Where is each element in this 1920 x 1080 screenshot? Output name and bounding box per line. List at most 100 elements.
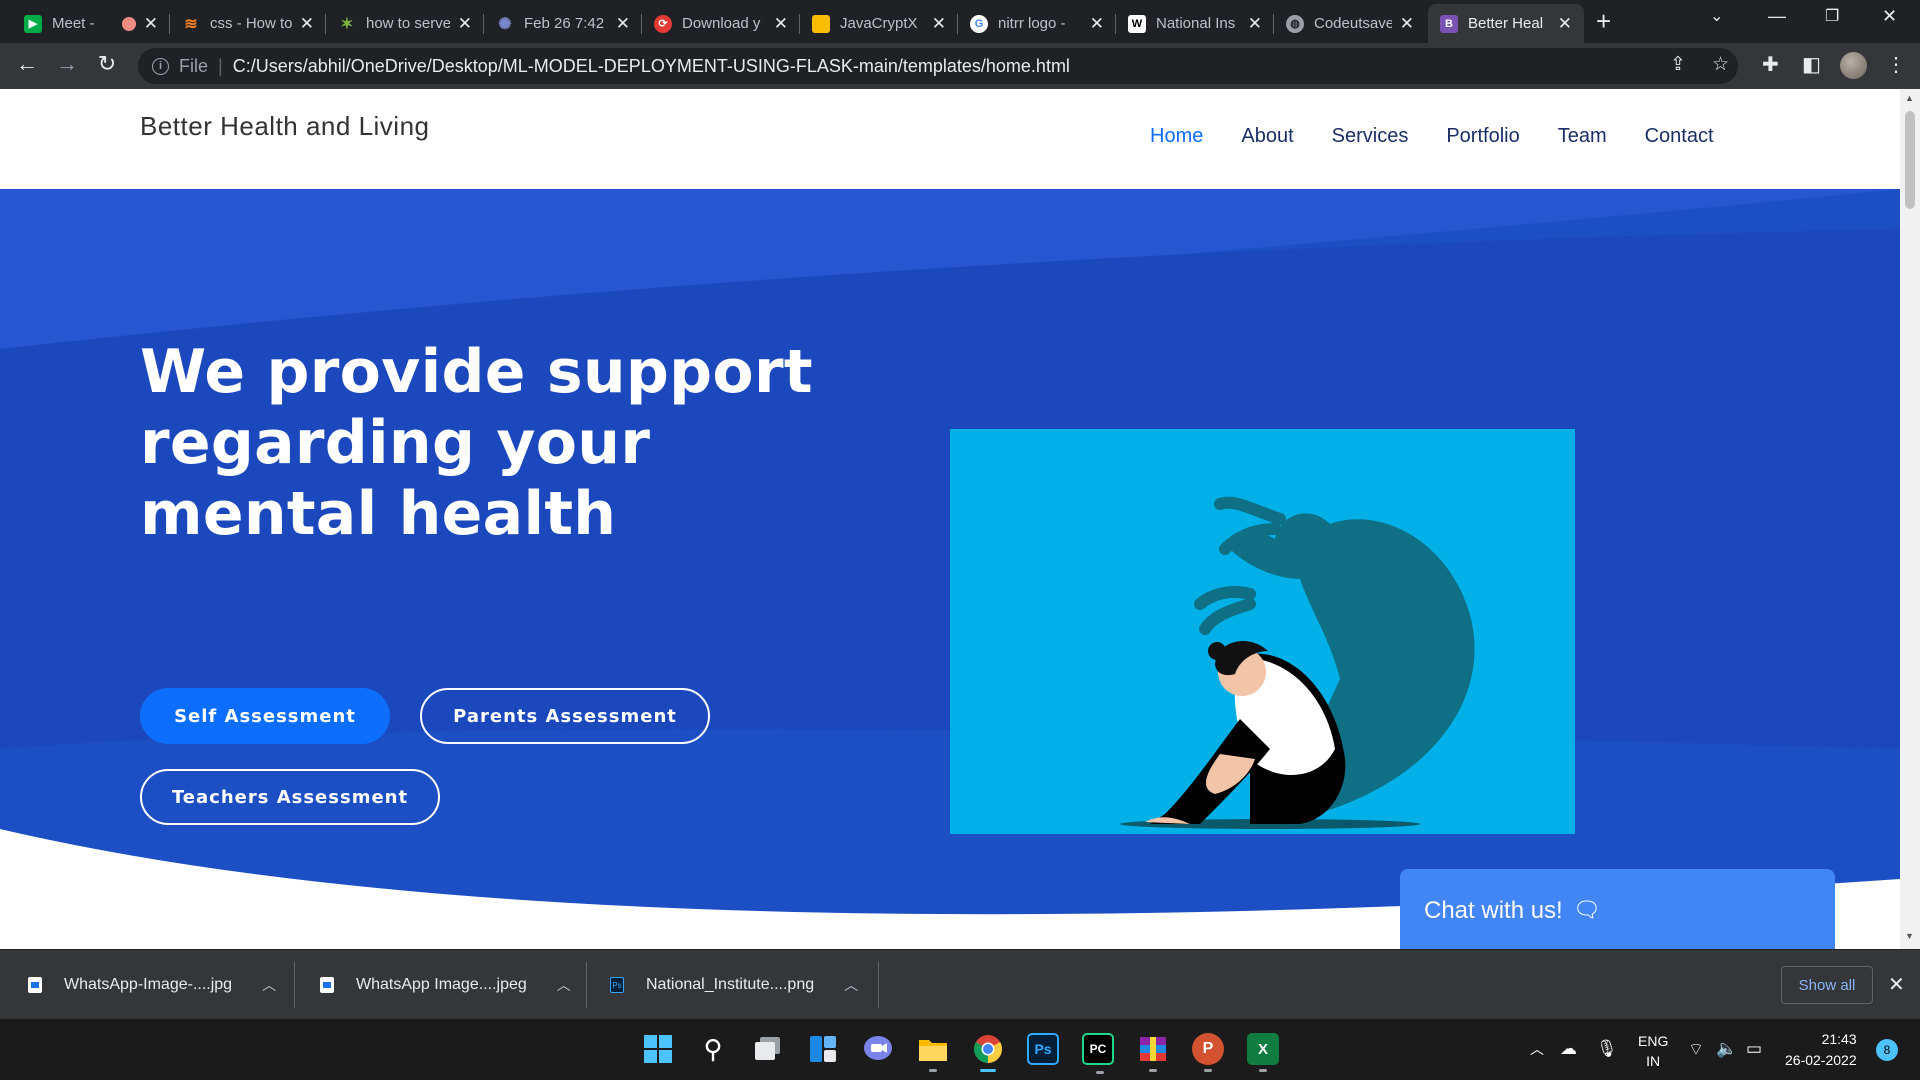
weather-cloud-icon[interactable]: ☁ bbox=[1560, 1039, 1577, 1059]
parents-assessment-button[interactable]: Parents Assessment bbox=[420, 688, 710, 744]
clock-date: 26-02-2022 bbox=[1785, 1052, 1857, 1068]
back-icon[interactable]: ← bbox=[12, 51, 42, 77]
widgets-icon[interactable] bbox=[807, 1033, 839, 1065]
close-tab-icon[interactable]: ✕ bbox=[774, 14, 788, 34]
tab-stackoverflow[interactable]: ≋ css - How to ✕ bbox=[170, 4, 326, 43]
close-tab-icon[interactable]: ✕ bbox=[300, 14, 314, 34]
pycharm-icon[interactable]: PC bbox=[1082, 1033, 1114, 1074]
system-clock[interactable]: 21:43 26-02-2022 bbox=[1785, 1029, 1857, 1071]
close-shelf-icon[interactable]: ✕ bbox=[1888, 972, 1905, 997]
notification-count-badge[interactable]: 8 bbox=[1876, 1039, 1898, 1061]
task-view-icon[interactable] bbox=[752, 1033, 784, 1065]
winrar-icon[interactable] bbox=[1137, 1033, 1169, 1072]
download-shelf: WhatsApp-Image-....jpg ︿ WhatsApp Image.… bbox=[0, 949, 1920, 1019]
profile-avatar[interactable] bbox=[1840, 52, 1867, 79]
scroll-down-icon[interactable]: ▼ bbox=[1905, 931, 1914, 941]
tab-better-health[interactable]: B Better Heal ✕ bbox=[1428, 4, 1584, 43]
tab-how-to-serve[interactable]: ✶ how to serve ✕ bbox=[326, 4, 484, 43]
scroll-up-icon[interactable]: ▲ bbox=[1905, 93, 1914, 103]
nav-home[interactable]: Home bbox=[1150, 125, 1203, 148]
nav-about[interactable]: About bbox=[1241, 125, 1293, 148]
bootstrap-icon: B bbox=[1440, 14, 1458, 33]
show-hidden-icons-icon[interactable]: ︿ bbox=[1530, 1039, 1544, 1059]
tab-meet[interactable]: ▶ Meet - ✕ bbox=[12, 4, 170, 43]
wifi-icon[interactable]: ⌔ bbox=[1688, 1039, 1704, 1060]
tab-javacryptx[interactable]: JavaCryptX ✕ bbox=[800, 4, 958, 43]
share-icon[interactable]: ⇪ bbox=[1670, 53, 1686, 76]
nav-portfolio[interactable]: Portfolio bbox=[1446, 125, 1519, 148]
image-file-icon bbox=[320, 977, 334, 993]
chevron-up-icon[interactable]: ︿ bbox=[557, 975, 571, 995]
self-assessment-button[interactable]: Self Assessment bbox=[140, 688, 390, 744]
google-meet-icon: ▶ bbox=[24, 14, 42, 33]
tab-nitrr-logo[interactable]: G nitrr logo - ✕ bbox=[958, 4, 1116, 43]
tab-title: National Ins bbox=[1156, 15, 1236, 32]
tab-download[interactable]: ⟳ Download y ✕ bbox=[642, 4, 800, 43]
battery-icon[interactable]: ▭ bbox=[1746, 1039, 1762, 1059]
download-item[interactable]: Ps National_Institute....png ︿ bbox=[610, 950, 858, 1020]
microphone-icon[interactable]: 🎙 bbox=[1596, 1039, 1618, 1059]
close-window-icon[interactable]: ✕ bbox=[1882, 6, 1897, 27]
hero-section: We provide support regarding your mental… bbox=[0, 189, 1900, 949]
browser-tab-strip: ▶ Meet - ✕ ≋ css - How to ✕ ✶ how to ser… bbox=[0, 0, 1920, 43]
download-filename: WhatsApp Image....jpeg bbox=[356, 976, 527, 993]
tab-codeutsave[interactable]: ◍ Codeutsave ✕ bbox=[1274, 4, 1426, 43]
excel-icon[interactable]: X bbox=[1247, 1033, 1279, 1072]
excel-label: X bbox=[1257, 1040, 1268, 1058]
file-explorer-icon[interactable] bbox=[917, 1033, 949, 1072]
pycharm-label: PC bbox=[1089, 1042, 1107, 1056]
tab-title: how to serve bbox=[366, 15, 450, 32]
close-tab-icon[interactable]: ✕ bbox=[616, 14, 630, 34]
teachers-assessment-button[interactable]: Teachers Assessment bbox=[140, 769, 440, 825]
close-tab-icon[interactable]: ✕ bbox=[1248, 14, 1262, 34]
tab-title: nitrr logo - bbox=[998, 15, 1066, 32]
windows-taskbar: ⚲ Ps PC P X ︿ ☁ 🎙 ENG IN ⌔ 🔈 ▭ 21:43 26-… bbox=[0, 1019, 1920, 1080]
windows-start-icon[interactable] bbox=[642, 1033, 674, 1065]
minimize-icon[interactable]: — bbox=[1768, 6, 1786, 27]
photoshop-icon[interactable]: Ps bbox=[1027, 1033, 1059, 1065]
show-all-downloads-button[interactable]: Show all bbox=[1781, 966, 1873, 1004]
bookmark-star-icon[interactable]: ☆ bbox=[1712, 53, 1729, 76]
restore-icon[interactable]: ❐ bbox=[1825, 6, 1839, 26]
language-indicator[interactable]: ENG IN bbox=[1638, 1031, 1668, 1071]
powerpoint-icon[interactable]: P bbox=[1192, 1033, 1224, 1072]
new-tab-button[interactable]: + bbox=[1596, 6, 1611, 37]
tab-jamboard[interactable]: ✺ Feb 26 7:42 ✕ bbox=[484, 4, 642, 43]
tab-title: JavaCryptX bbox=[840, 15, 918, 32]
tab-national-institute[interactable]: W National Ins ✕ bbox=[1116, 4, 1274, 43]
close-tab-icon[interactable]: ✕ bbox=[144, 14, 158, 34]
download-item[interactable]: WhatsApp-Image-....jpg ︿ bbox=[28, 950, 276, 1020]
teams-chat-icon[interactable] bbox=[862, 1033, 894, 1065]
search-icon[interactable]: ⚲ bbox=[697, 1033, 729, 1065]
nav-contact[interactable]: Contact bbox=[1645, 125, 1714, 148]
page-scrollbar[interactable]: ▲ ▼ bbox=[1900, 89, 1920, 949]
tab-title: Feb 26 7:42 bbox=[524, 15, 605, 32]
language-code: ENG bbox=[1638, 1033, 1669, 1049]
side-panel-icon[interactable]: ◧ bbox=[1802, 52, 1821, 77]
reload-icon[interactable]: ↻ bbox=[92, 51, 122, 77]
close-tab-icon[interactable]: ✕ bbox=[932, 14, 946, 34]
chevron-up-icon[interactable]: ︿ bbox=[262, 975, 276, 995]
volume-icon[interactable]: 🔈 bbox=[1716, 1039, 1737, 1059]
download-filename: WhatsApp-Image-....jpg bbox=[64, 976, 233, 993]
menu-kebab-icon[interactable]: ⋮ bbox=[1886, 52, 1906, 77]
nav-team[interactable]: Team bbox=[1558, 125, 1607, 148]
chevron-up-icon[interactable]: ︿ bbox=[844, 975, 858, 995]
scrollbar-thumb[interactable] bbox=[1905, 111, 1915, 209]
site-info-icon[interactable]: i bbox=[152, 57, 169, 75]
site-logo[interactable]: Better Health and Living bbox=[140, 111, 430, 142]
close-tab-icon[interactable]: ✕ bbox=[1558, 14, 1572, 34]
tab-search-icon[interactable]: ⌄ bbox=[1710, 6, 1723, 26]
close-tab-icon[interactable]: ✕ bbox=[1090, 14, 1104, 34]
photoshop-label: Ps bbox=[1034, 1041, 1052, 1057]
address-bar[interactable]: i File | C:/Users/abhil/OneDrive/Desktop… bbox=[138, 48, 1738, 84]
extensions-icon[interactable]: ✚ bbox=[1762, 52, 1779, 77]
close-tab-icon[interactable]: ✕ bbox=[1400, 14, 1414, 34]
chrome-icon[interactable] bbox=[972, 1033, 1004, 1072]
chat-widget-button[interactable]: Chat with us! 🗨 bbox=[1400, 869, 1835, 949]
close-tab-icon[interactable]: ✕ bbox=[458, 14, 472, 34]
nav-services[interactable]: Services bbox=[1332, 125, 1409, 148]
globe-icon: ◍ bbox=[1286, 14, 1304, 33]
download-item[interactable]: WhatsApp Image....jpeg ︿ bbox=[320, 950, 571, 1020]
forward-icon[interactable]: → bbox=[52, 51, 82, 77]
